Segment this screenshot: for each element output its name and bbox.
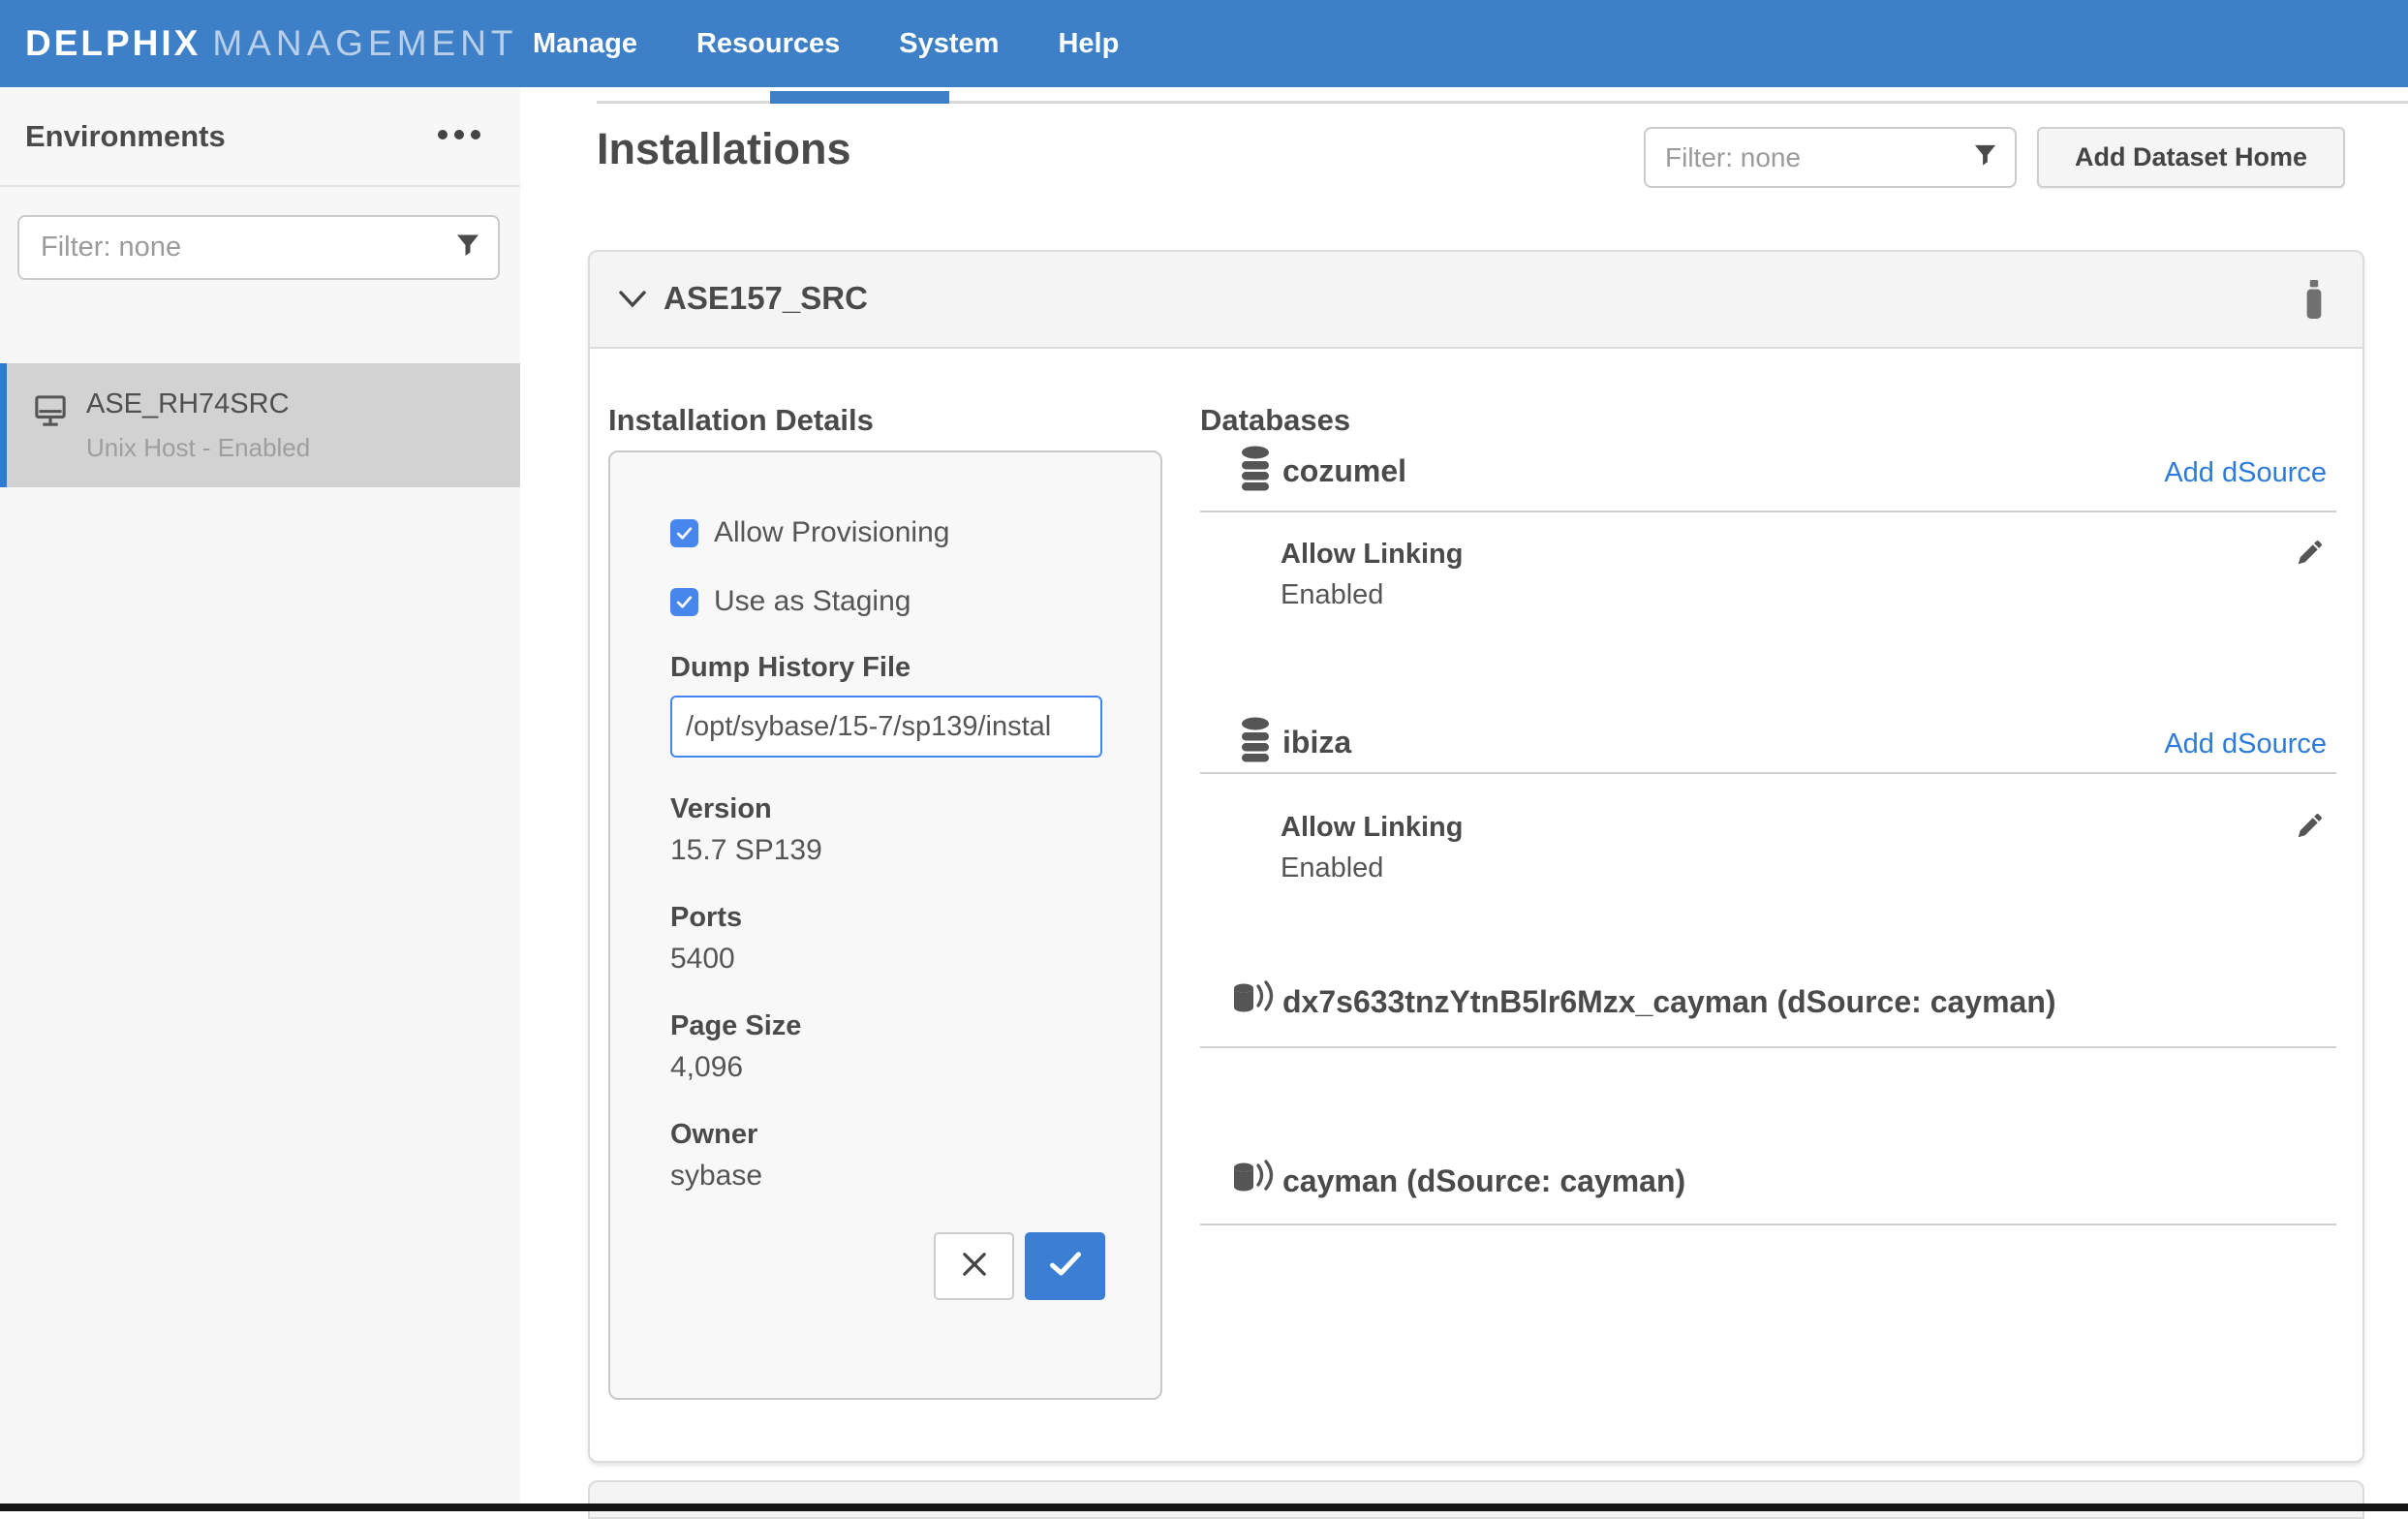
nav-menu: Manage Resources System Help: [533, 0, 1119, 87]
replicated-database-icon: [1232, 1160, 1277, 1203]
page-title: Installations: [597, 124, 851, 174]
ports-field: Ports 5400: [670, 902, 742, 976]
allow-provisioning-label: Allow Provisioning: [714, 516, 949, 549]
next-installation-panel[interactable]: [588, 1480, 2364, 1519]
environments-filter-input[interactable]: [17, 215, 500, 280]
filter-funnel-icon: [1973, 143, 1997, 172]
vdb-name: dx7s633tnzYtnB5lr6Mzx_cayman (dSource: c…: [1282, 984, 2056, 1020]
nav-item-manage[interactable]: Manage: [533, 28, 637, 60]
installation-details-heading: Installation Details: [608, 403, 874, 438]
divider: [1200, 1046, 2336, 1048]
use-as-staging-label: Use as Staging: [714, 585, 911, 618]
vdb-row: cayman (dSource: cayman): [1200, 1156, 2336, 1210]
installation-details-card: Allow Provisioning Use as Staging Dump H…: [608, 450, 1162, 1400]
close-x-icon: [958, 1248, 991, 1286]
database-name: cozumel: [1282, 453, 1406, 489]
version-label: Version: [670, 793, 822, 825]
database-icon: [1240, 717, 1271, 768]
environment-status: Unix Host - Enabled: [86, 433, 310, 463]
brand-secondary: MANAGEMENT: [212, 23, 517, 63]
page-size-field: Page Size 4,096: [670, 1010, 801, 1084]
divider: [1200, 1224, 2336, 1225]
database-row-cozumel: cozumel Add dSource: [1200, 446, 2336, 506]
installation-panel-body: Installation Details Allow Provisioning …: [590, 347, 2362, 1461]
app-logo: DELPHIX MANAGEMENT: [25, 23, 518, 64]
databases-heading: Databases: [1200, 403, 1350, 438]
sidebar-item-environment[interactable]: ASE_RH74SRC Unix Host - Enabled: [0, 363, 520, 487]
allow-linking-label: Allow Linking: [1281, 812, 1464, 844]
divider: [1200, 772, 2336, 774]
dump-history-file-label: Dump History File: [670, 652, 911, 684]
allow-linking-value: Enabled: [1281, 579, 1383, 611]
nav-item-system[interactable]: System: [899, 28, 999, 60]
environment-name: ASE_RH74SRC: [86, 388, 290, 420]
sidebar-header: Environments: [0, 87, 520, 185]
add-dsource-link[interactable]: Add dSource: [2164, 728, 2327, 760]
replicated-database-icon: [1232, 980, 1277, 1024]
host-monitor-icon: [33, 393, 68, 433]
installation-panel: ASE157_SRC Installation Details Allow Pr…: [588, 250, 2364, 1463]
ports-value: 5400: [670, 943, 742, 976]
allow-linking-value: Enabled: [1281, 852, 1383, 884]
nav-item-resources[interactable]: Resources: [696, 28, 840, 60]
databases-column: Databases cozumel Add dSource Allow Link…: [1200, 347, 2343, 1461]
confirm-button[interactable]: [1025, 1232, 1105, 1300]
add-dsource-link[interactable]: Add dSource: [2164, 457, 2327, 489]
version-value: 15.7 SP139: [670, 834, 822, 867]
use-as-staging-checkbox[interactable]: [670, 588, 698, 616]
database-icon: [1240, 446, 1271, 497]
owner-value: sybase: [670, 1160, 762, 1193]
owner-label: Owner: [670, 1119, 762, 1151]
nav-item-help[interactable]: Help: [1058, 28, 1119, 60]
use-as-staging-row: Use as Staging: [670, 585, 911, 618]
cancel-button[interactable]: [934, 1232, 1014, 1300]
sidebar-title: Environments: [25, 87, 226, 185]
database-row-ibiza: ibiza Add dSource: [1200, 717, 2336, 777]
confirm-check-icon: [1048, 1250, 1083, 1284]
divider: [1200, 511, 2336, 512]
trash-icon[interactable]: [2300, 280, 2328, 324]
add-dataset-home-button[interactable]: Add Dataset Home: [2037, 127, 2345, 188]
allow-linking-label: Allow Linking: [1281, 539, 1464, 571]
screen-bottom-edge: [0, 1504, 2408, 1511]
installations-filter-field[interactable]: [1646, 129, 2015, 186]
page-size-label: Page Size: [670, 1010, 801, 1042]
top-nav: DELPHIX MANAGEMENT Manage Resources Syste…: [0, 0, 2408, 87]
environments-sidebar: Environments ASE_RH74SRC Unix Host - Ena…: [0, 87, 520, 1511]
page-size-value: 4,096: [670, 1051, 801, 1084]
dump-history-file-input[interactable]: [670, 696, 1102, 758]
allow-provisioning-checkbox[interactable]: [670, 519, 698, 547]
allow-provisioning-row: Allow Provisioning: [670, 516, 949, 549]
sidebar-divider: [0, 185, 520, 187]
brand-primary: DELPHIX: [25, 23, 201, 63]
edit-pencil-icon[interactable]: [2295, 539, 2324, 573]
version-field: Version 15.7 SP139: [670, 793, 822, 867]
environments-filter-field[interactable]: [19, 217, 498, 278]
active-tab-indicator: [770, 91, 949, 104]
edit-pencil-icon[interactable]: [2295, 812, 2324, 846]
owner-field: Owner sybase: [670, 1119, 762, 1193]
vdb-row: dx7s633tnzYtnB5lr6Mzx_cayman (dSource: c…: [1200, 976, 2336, 1031]
installation-title: ASE157_SRC: [664, 252, 868, 345]
chevron-down-icon[interactable]: [617, 290, 648, 314]
vdb-name: cayman (dSource: cayman): [1282, 1163, 1685, 1199]
ports-label: Ports: [670, 902, 742, 934]
installation-panel-header: ASE157_SRC: [590, 252, 2362, 349]
ellipsis-icon[interactable]: [438, 130, 480, 140]
installations-filter-input[interactable]: [1644, 127, 2017, 188]
filter-funnel-icon: [455, 232, 480, 263]
database-name: ibiza: [1282, 725, 1351, 760]
